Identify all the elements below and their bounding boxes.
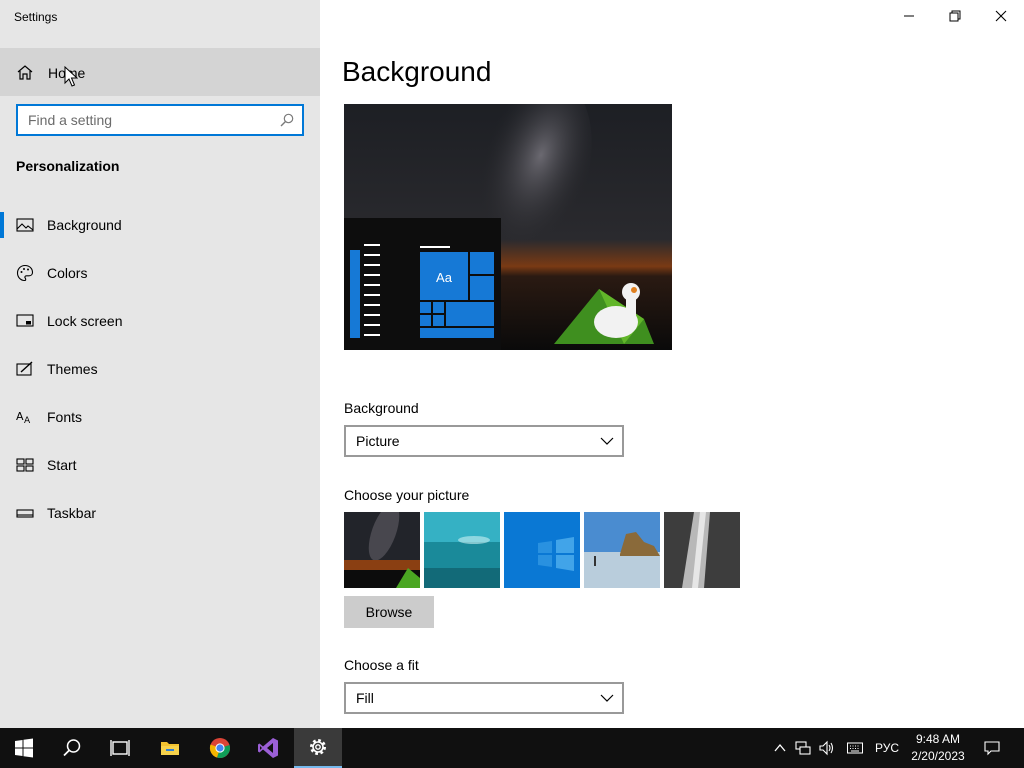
- search-icon: [63, 739, 81, 757]
- visual-studio-button[interactable]: [244, 728, 292, 768]
- picture-thumbnail-5[interactable]: [664, 512, 740, 588]
- show-hidden-icons-button[interactable]: [770, 728, 790, 768]
- sidebar-item-themes[interactable]: Themes: [0, 345, 320, 393]
- home-icon: [17, 65, 33, 80]
- task-view-button[interactable]: [96, 728, 144, 768]
- sidebar-item-colors[interactable]: Colors: [0, 249, 320, 297]
- sidebar: Settings Home Personalization Background…: [0, 0, 320, 728]
- notifications-icon: [984, 741, 1000, 756]
- close-icon: [995, 10, 1007, 22]
- action-center-button[interactable]: [980, 728, 1004, 768]
- section-title: Personalization: [16, 158, 120, 174]
- sidebar-item-lock-screen[interactable]: Lock screen: [0, 297, 320, 345]
- settings-icon: [310, 739, 326, 755]
- minimize-icon: [904, 15, 914, 17]
- fit-dropdown[interactable]: Fill: [344, 682, 624, 714]
- preview-tile-label: Aa: [436, 270, 453, 285]
- sidebar-item-label: Taskbar: [47, 505, 97, 521]
- search-icon: [280, 113, 294, 127]
- sidebar-item-label: Fonts: [47, 409, 83, 425]
- network-icon: [795, 741, 811, 755]
- background-dropdown[interactable]: Picture: [344, 425, 624, 457]
- background-preview: Aa: [344, 104, 672, 350]
- volume-icon: [819, 740, 834, 756]
- start-button[interactable]: [0, 728, 48, 768]
- mouse-cursor-icon: [64, 66, 78, 87]
- svg-text:A: A: [16, 410, 24, 423]
- chevron-down-icon: [600, 437, 614, 445]
- window-title: Settings: [14, 10, 58, 24]
- sidebar-item-label: Lock screen: [47, 313, 123, 329]
- picture-thumbnail-3[interactable]: [504, 512, 580, 588]
- background-dropdown-value: Picture: [356, 433, 400, 449]
- picture-thumbnail-2[interactable]: [424, 512, 500, 588]
- chrome-icon: [209, 738, 230, 758]
- choose-picture-label: Choose your picture: [344, 487, 470, 503]
- settings-taskbar-button[interactable]: [294, 728, 342, 768]
- keyboard-icon: [847, 742, 863, 754]
- volume-tray-button[interactable]: [816, 728, 838, 768]
- language-indicator[interactable]: РУС: [872, 728, 902, 768]
- restore-button[interactable]: [932, 0, 978, 32]
- sidebar-item-taskbar[interactable]: Taskbar: [0, 489, 320, 537]
- windows-logo-icon: [15, 738, 33, 758]
- sidebar-item-start[interactable]: Start: [0, 441, 320, 489]
- chevron-down-icon: [600, 694, 614, 702]
- task-view-icon: [110, 740, 130, 756]
- start-icon: [16, 458, 34, 472]
- selection-indicator: [0, 212, 4, 238]
- picture-icon: [16, 218, 34, 232]
- sidebar-item-label: Start: [47, 457, 77, 473]
- themes-icon: [16, 361, 33, 376]
- taskbar-icon: [16, 509, 34, 518]
- touch-keyboard-button[interactable]: [842, 728, 868, 768]
- fonts-icon: A A: [16, 410, 31, 426]
- fit-dropdown-value: Fill: [356, 690, 374, 706]
- page-title: Background: [342, 56, 492, 87]
- minimize-button[interactable]: [886, 0, 932, 32]
- file-explorer-icon: [161, 742, 179, 755]
- sidebar-item-label: Colors: [47, 265, 88, 281]
- taskbar: РУС 9:48 AM 2/20/2023: [0, 728, 1024, 768]
- close-button[interactable]: [978, 0, 1024, 32]
- picture-thumbnail-1[interactable]: [344, 512, 420, 588]
- sidebar-item-label: Themes: [47, 361, 98, 377]
- search-input[interactable]: [18, 106, 268, 134]
- search-box[interactable]: [16, 104, 304, 136]
- visual-studio-icon: [258, 738, 278, 758]
- svg-text:A: A: [24, 416, 31, 426]
- clock-date: 2/20/2023: [911, 749, 965, 763]
- browse-button[interactable]: Browse: [344, 596, 434, 628]
- sidebar-item-label: Background: [47, 217, 122, 233]
- restore-icon: [949, 10, 961, 22]
- background-label: Background: [344, 400, 419, 416]
- network-tray-button[interactable]: [792, 728, 814, 768]
- preview-image: Aa: [344, 104, 672, 350]
- sidebar-item-background[interactable]: Background: [0, 201, 320, 249]
- file-explorer-button[interactable]: [146, 728, 194, 768]
- lock-screen-icon: [16, 314, 34, 327]
- chevron-up-icon: [774, 743, 786, 752]
- sidebar-item-fonts[interactable]: A A Fonts: [0, 393, 320, 441]
- home-nav-item[interactable]: Home: [0, 48, 320, 96]
- choose-fit-label: Choose a fit: [344, 657, 419, 673]
- clock-time: 9:48 AM: [915, 732, 961, 746]
- palette-icon: [16, 264, 34, 282]
- picture-thumbnail-4[interactable]: [584, 512, 660, 588]
- clock[interactable]: 9:48 AM 2/20/2023: [900, 731, 976, 765]
- taskbar-search-button[interactable]: [48, 728, 96, 768]
- chrome-button[interactable]: [196, 728, 244, 768]
